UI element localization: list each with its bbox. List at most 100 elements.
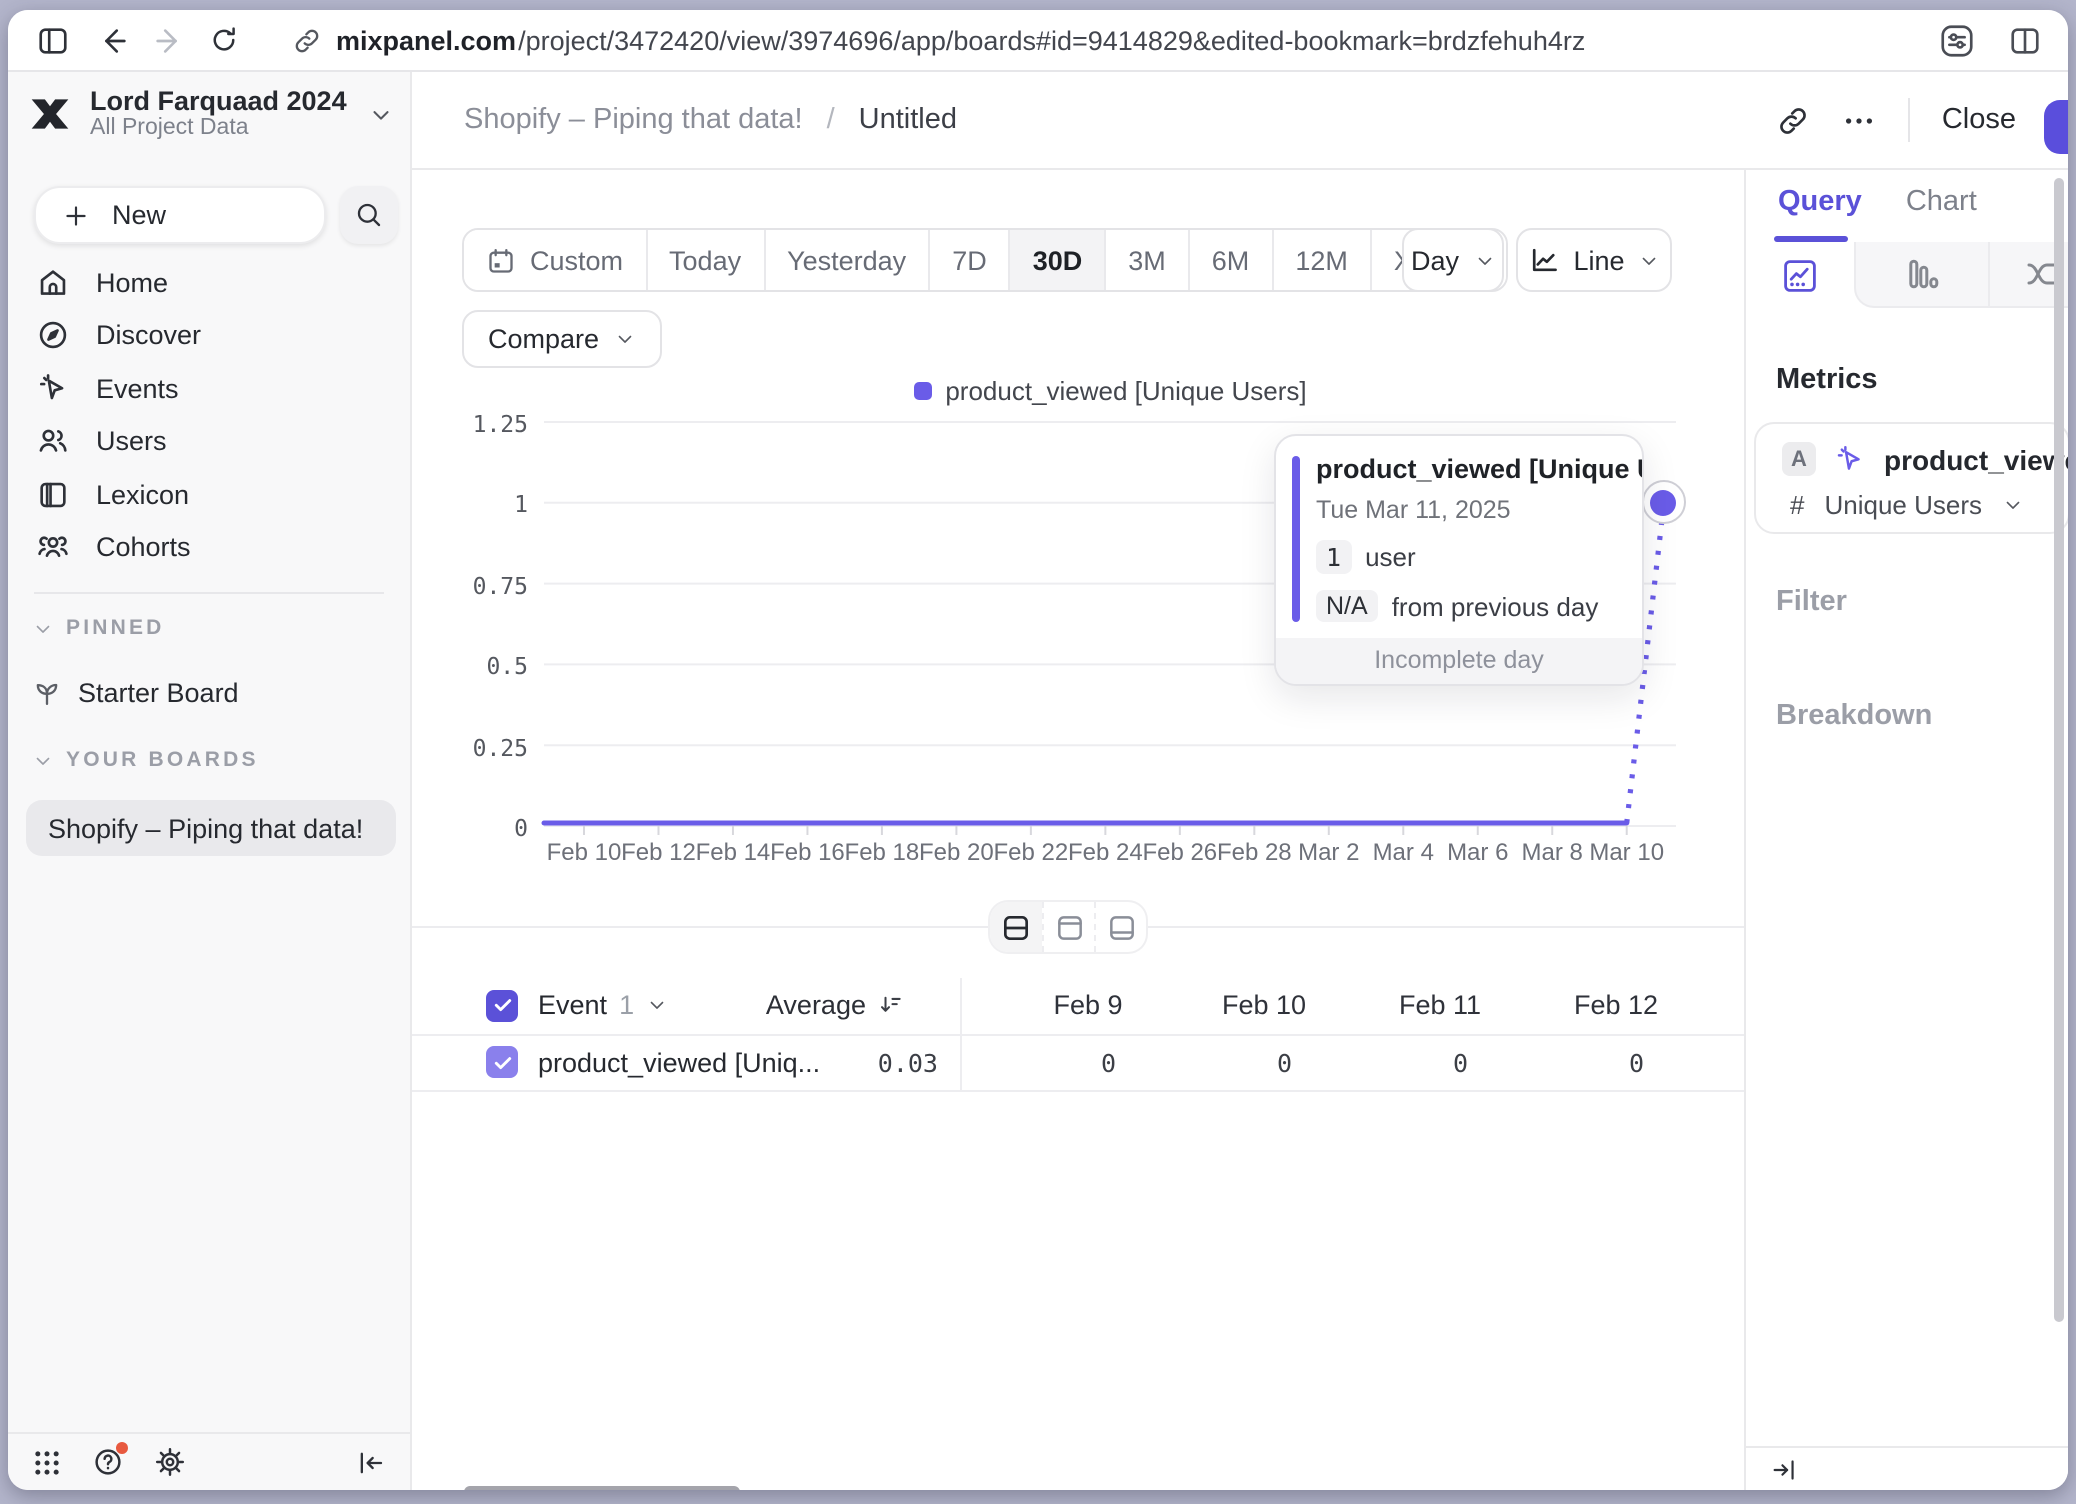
metric-card[interactable]: A product_viewed # Unique Users [1754, 422, 2068, 534]
close-button[interactable]: Close [1942, 104, 2016, 136]
help-button[interactable] [92, 1446, 124, 1478]
new-button[interactable]: New [34, 186, 326, 244]
url-path: /project/3472420/view/3974696/app/boards… [518, 25, 1585, 55]
granularity-dropdown[interactable]: Day [1402, 228, 1504, 292]
search-button[interactable] [340, 186, 398, 244]
chart-type-dropdown[interactable]: Line [1516, 228, 1672, 292]
range-label: 6M [1212, 245, 1250, 275]
range-label: 3M [1128, 245, 1166, 275]
report-main: CustomTodayYesterday7D30D3M6M12MXTD Day … [412, 170, 1744, 1490]
select-all-checkbox[interactable] [486, 990, 518, 1022]
save-button-partial[interactable] [2044, 100, 2068, 154]
pinned-section-header[interactable]: PINNED [32, 616, 165, 640]
tooltip-date: Tue Mar 11, 2025 [1316, 496, 1618, 524]
y-axis-tick-label: 0 [436, 814, 528, 842]
breadcrumb-board[interactable]: Shopify – Piping that data! [464, 104, 803, 136]
project-selector[interactable]: Lord Farquaad 2024 All Project Data [28, 88, 394, 140]
horizontal-scrollbar[interactable] [464, 1486, 740, 1490]
browser-forward-button[interactable] [144, 16, 192, 64]
sidebar-item-events[interactable]: Events [8, 362, 410, 415]
your-boards-label: YOUR BOARDS [66, 748, 259, 772]
query-panel-footer [1746, 1446, 2068, 1490]
more-options-icon[interactable] [1842, 103, 1876, 137]
tooltip-series-bar [1292, 456, 1299, 622]
project-scope: All Project Data [90, 116, 368, 142]
layout-split-toggle[interactable] [990, 902, 1042, 952]
breadcrumb: Shopify – Piping that data! / Untitled [464, 104, 957, 136]
date-range-segmented-control: CustomTodayYesterday7D30D3M6M12MXTD [462, 228, 1508, 292]
users-icon [36, 425, 70, 459]
date-column-header: Feb 9 [1000, 991, 1176, 1021]
query-panel: Query Chart [1744, 170, 2068, 1490]
tab-query[interactable]: Query [1778, 186, 1862, 218]
table-data-row[interactable]: product_viewed [Uniq... 0.03 0000 [412, 1035, 1744, 1091]
browser-back-button[interactable] [88, 16, 136, 64]
browser-reload-button[interactable] [200, 16, 248, 64]
breadcrumb-page[interactable]: Untitled [859, 104, 957, 136]
range-today[interactable]: Today [645, 230, 763, 290]
breakdown-section-header[interactable]: Breakdown [1776, 700, 1932, 732]
sidebar-item-discover[interactable]: Discover [8, 309, 410, 362]
line-chart[interactable]: product_viewed [Unique Users] 1.2510.750… [412, 380, 1744, 910]
compare-button[interactable]: Compare [462, 310, 661, 368]
x-axis-tick-label: Mar 10 [1583, 838, 1671, 866]
tooltip-value: 1 [1316, 540, 1351, 574]
vertical-scrollbar[interactable] [2054, 178, 2064, 1322]
chevron-down-icon [1639, 249, 1661, 271]
chart-tooltip: product_viewed [Unique Users] Tue Mar 11… [1274, 434, 1644, 686]
pinned-label: PINNED [66, 616, 165, 640]
range-yesterday[interactable]: Yesterday [763, 230, 928, 290]
browser-split-view-button[interactable] [2000, 16, 2048, 64]
board-label: Starter Board [78, 678, 239, 708]
your-boards-section-header[interactable]: YOUR BOARDS [32, 748, 259, 772]
collapse-panel-icon[interactable] [1770, 1455, 1798, 1483]
chevron-down-icon [1473, 249, 1495, 271]
split-layout-icon [1000, 911, 1032, 943]
top-layout-icon [1053, 911, 1085, 943]
metric-aggregation[interactable]: Unique Users [1824, 490, 1982, 520]
y-axis-tick-label: 1.25 [436, 410, 528, 438]
settings-gear-icon[interactable] [154, 1446, 186, 1478]
date-column-header: Feb 12 [1528, 991, 1704, 1021]
average-column-header[interactable]: Average [544, 991, 904, 1021]
filter-section-header[interactable]: Filter [1776, 586, 1847, 618]
insights-report-tab[interactable] [1746, 242, 1854, 308]
sidebar-item-cohorts[interactable]: Cohorts [8, 521, 410, 574]
collapse-sidebar-icon[interactable] [356, 1447, 386, 1477]
sidebar-item-home[interactable]: Home [8, 256, 410, 309]
browser-page-settings-button[interactable] [1932, 16, 1980, 64]
sidebar-item-starter-board[interactable]: Starter Board [32, 678, 239, 708]
sidebar-nav: Home Discover Events Users Lexicon [8, 256, 410, 574]
apps-grid-icon[interactable] [32, 1447, 62, 1477]
plus-icon [62, 201, 90, 229]
layout-chart-only-toggle[interactable] [1042, 902, 1094, 952]
browser-sidebar-toggle-button[interactable] [28, 16, 76, 64]
row-checkbox[interactable] [486, 1046, 518, 1078]
range-custom[interactable]: Custom [464, 230, 645, 290]
chevron-down-icon [368, 101, 394, 127]
date-cell-value: 0 [1000, 1047, 1176, 1077]
nav-label: Lexicon [96, 480, 189, 510]
sidebar-item-users[interactable]: Users [8, 415, 410, 468]
copy-link-icon[interactable] [1776, 103, 1810, 137]
home-icon [36, 266, 70, 300]
range-30d[interactable]: 30D [1009, 230, 1105, 290]
nav-label: Events [96, 374, 179, 404]
funnels-report-tab[interactable] [1854, 242, 1988, 308]
range-3m[interactable]: 3M [1104, 230, 1188, 290]
nav-label: Discover [96, 321, 201, 351]
sidebar-item-lexicon[interactable]: Lexicon [8, 468, 410, 521]
address-bar[interactable]: mixpanel.com/project/3472420/view/397469… [292, 25, 1916, 55]
chevron-down-icon [32, 749, 54, 771]
range-7d[interactable]: 7D [928, 230, 1009, 290]
sidebar-item-selected-board[interactable]: Shopify – Piping that data! [26, 800, 396, 856]
range-12m[interactable]: 12M [1271, 230, 1370, 290]
metric-letter-badge: A [1782, 442, 1816, 476]
tooltip-footer: Incomplete day [1276, 638, 1642, 684]
insights-icon [1780, 255, 1820, 295]
cohorts-icon [36, 531, 70, 565]
layout-table-only-toggle[interactable] [1094, 902, 1146, 952]
tab-chart[interactable]: Chart [1906, 186, 1977, 218]
search-icon [354, 200, 384, 230]
range-6m[interactable]: 6M [1188, 230, 1272, 290]
